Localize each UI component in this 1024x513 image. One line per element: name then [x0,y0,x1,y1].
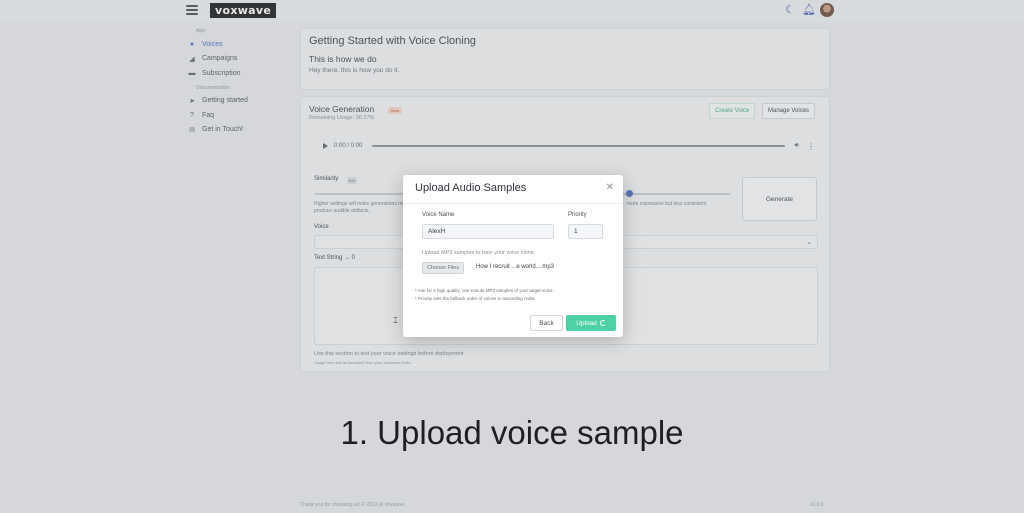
mouse-cursor-icon: ⌶ [393,316,398,325]
loading-spinner-icon [599,320,606,326]
priority-input[interactable] [568,224,603,239]
priority-label: Priority [568,212,587,218]
voice-name-input[interactable] [422,224,554,239]
close-icon[interactable]: ✕ [606,182,614,193]
voice-name-label: Voice Name [422,212,455,218]
modal-title: Upload Audio Samples [415,182,527,194]
modal-divider [403,203,623,204]
modal-note-quality: * Aim for 5 high quality, one-minute MP3… [415,288,554,293]
upload-instructions: Upload MP3 samples to train your voice c… [422,250,536,256]
selected-file-name: How I recruit ...e world....mp3 [476,264,555,270]
upload-button-label: Upload [576,319,597,327]
choose-files-button[interactable]: Choose Files [422,262,465,274]
upload-audio-modal: Upload Audio Samples ✕ Voice Name Priori… [403,175,623,337]
upload-button[interactable]: Upload [566,315,616,331]
back-button[interactable]: Back [530,315,563,331]
modal-note-priority: * Priority sets the fallback order of vo… [415,296,536,301]
video-caption: 1. Upload voice sample [340,414,684,451]
